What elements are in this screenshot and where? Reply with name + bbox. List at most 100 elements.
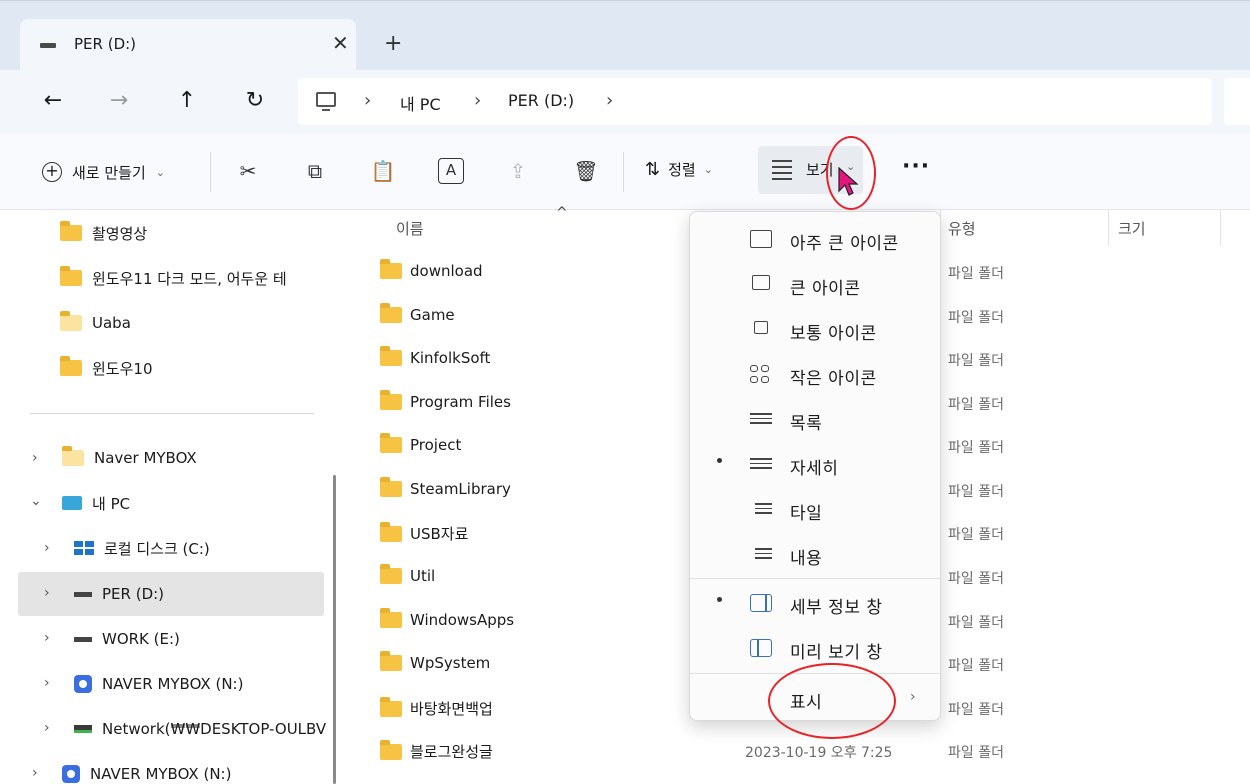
toolbar-divider (623, 152, 624, 192)
view-menu: 아주 큰 아이콘 큰 아이콘 보통 아이콘 작은 아이콘 목록 자세히 타일 내… (689, 211, 941, 721)
mybox-icon (74, 675, 92, 693)
sidebar-item-my-pc[interactable]: 내 PC (62, 485, 130, 521)
copy-icon[interactable]: ⧉ (302, 158, 328, 184)
sidebar-item-label: 촬영영상 (92, 224, 148, 243)
sidebar-item-naver-mybox-n-2[interactable]: NAVER MYBOX (N:) (62, 756, 231, 784)
cloud-folder-icon (62, 446, 84, 466)
file-type: 파일 폴더 (948, 397, 1004, 413)
chevron-right-icon[interactable]: › (44, 720, 50, 736)
menu-item-content[interactable]: 내용 (690, 533, 940, 575)
sidebar-item-quick[interactable]: 윈도우10 (60, 350, 153, 386)
search-box[interactable] (1224, 78, 1250, 125)
menu-item-preview-pane[interactable]: 미리 보기 창 (690, 627, 940, 669)
table-row[interactable]: 블로그완성글 2023-10-19 오후 7:25 파일 폴더 (350, 729, 1250, 773)
menu-item-small-icons[interactable]: 작은 아이콘 (690, 353, 940, 395)
file-name: Program Files (410, 393, 511, 411)
new-tab-button[interactable]: + (384, 31, 402, 56)
file-name: 바탕화면백업 (410, 700, 493, 718)
drive-icon (40, 43, 56, 48)
folder-icon (380, 433, 402, 453)
sidebar-item-per-d[interactable]: PER (D:) (74, 576, 164, 612)
cut-icon[interactable]: ✂ (235, 158, 261, 184)
file-type: 파일 폴더 (948, 266, 1004, 282)
sort-icon: ⇅ (645, 159, 661, 180)
address-bar[interactable]: › 내 PC › PER (D:) › (298, 78, 1212, 125)
forward-button[interactable]: → (104, 86, 134, 116)
synced-folder-icon (60, 356, 82, 376)
sidebar-item-label: 로컬 디스크 (C:) (104, 539, 210, 558)
sidebar-item-quick[interactable]: 윈도우11 다크 모드, 어두운 테 (60, 260, 328, 296)
sidebar-item-naver-mybox-n[interactable]: NAVER MYBOX (N:) (74, 666, 243, 702)
sort-button-label: 정렬 (668, 161, 696, 179)
more-options-icon[interactable]: ··· (902, 154, 930, 179)
file-name: USB자료 (410, 525, 469, 543)
chevron-down-icon[interactable]: ⌄ (30, 493, 42, 509)
menu-item-details[interactable]: 자세히 (690, 443, 940, 485)
folder-icon (380, 739, 402, 760)
sidebar-item-quick[interactable]: Uaba (60, 305, 131, 341)
sidebar-item-label: WORK (E:) (102, 630, 180, 648)
content-icon (750, 545, 772, 563)
sidebar-item-label: 내 PC (92, 494, 131, 513)
sidebar-item-label: Naver MYBOX (94, 449, 197, 467)
up-button[interactable]: ↑ (172, 86, 202, 116)
menu-item-extra-large-icons[interactable]: 아주 큰 아이콘 (690, 218, 940, 260)
sidebar-item-naver-mybox[interactable]: Naver MYBOX (62, 440, 197, 476)
sort-button[interactable]: ⇅ 정렬 ⌄ (645, 159, 713, 180)
sidebar-item-label: Network(₩₩DESKTOP-OULBV (102, 720, 327, 738)
menu-item-label: 세부 정보 창 (790, 598, 883, 618)
chevron-right-icon[interactable]: › (32, 450, 38, 466)
windows-drive-icon (74, 541, 94, 555)
column-header-type[interactable]: 유형 (948, 218, 976, 239)
menu-item-medium-icons[interactable]: 보통 아이콘 (690, 308, 940, 350)
sidebar-item-network-drive[interactable]: Network(₩₩DESKTOP-OULBV (74, 711, 330, 747)
rename-icon[interactable]: A (438, 158, 464, 184)
delete-icon[interactable]: 🗑 (573, 158, 599, 184)
menu-item-list[interactable]: 목록 (690, 398, 940, 440)
folder-icon (380, 564, 402, 584)
file-name: 블로그완성글 (410, 743, 493, 761)
menu-item-tiles[interactable]: 타일 (690, 488, 940, 530)
chevron-right-icon[interactable]: › (44, 585, 50, 601)
file-type: 파일 폴더 (948, 440, 1004, 456)
new-button-label: 새로 만들기 (72, 163, 146, 182)
column-header-name[interactable]: 이름 (396, 218, 424, 239)
chevron-right-icon[interactable]: › (32, 765, 38, 781)
selected-bullet-icon (717, 458, 722, 463)
column-header-size[interactable]: 크기 (1118, 218, 1146, 239)
breadcrumb-separator[interactable]: › (364, 90, 371, 111)
menu-item-label: 보통 아이콘 (790, 324, 877, 344)
column-divider[interactable] (1220, 210, 1221, 246)
chevron-right-icon[interactable]: › (44, 540, 50, 556)
refresh-button[interactable]: ↻ (240, 86, 270, 116)
breadcrumb-separator[interactable]: › (606, 90, 613, 111)
column-divider[interactable] (1108, 210, 1109, 246)
file-name: WindowsApps (410, 611, 515, 629)
file-name: WpSystem (410, 654, 491, 672)
folder-icon (380, 696, 402, 717)
breadcrumb-my-pc[interactable]: 내 PC (400, 91, 441, 115)
file-name: download (410, 262, 483, 280)
sidebar-item-local-disk-c[interactable]: 로컬 디스크 (C:) (74, 530, 210, 566)
back-button[interactable]: ← (38, 86, 68, 116)
folder-icon (60, 221, 82, 241)
sidebar-scrollbar[interactable] (333, 475, 336, 784)
chevron-right-icon[interactable]: › (44, 675, 50, 691)
chevron-right-icon[interactable]: › (44, 630, 50, 646)
sidebar-item-label: Uaba (92, 314, 131, 332)
toolbar-divider (210, 152, 211, 192)
menu-item-details-pane[interactable]: 세부 정보 창 (690, 582, 940, 624)
paste-icon[interactable]: 📋 (370, 158, 396, 184)
menu-item-large-icons[interactable]: 큰 아이콘 (690, 263, 940, 305)
monitor-small-icon (754, 321, 768, 334)
monitor-large-icon (750, 230, 772, 248)
new-button[interactable]: + 새로 만들기 ⌄ (42, 160, 165, 184)
breadcrumb-separator[interactable]: › (474, 90, 481, 111)
tab-per-drive[interactable]: PER (D:) ✕ (20, 19, 356, 74)
breadcrumb-per-drive[interactable]: PER (D:) (508, 91, 574, 110)
share-icon[interactable]: ⇪ (505, 158, 531, 184)
sidebar-item-quick[interactable]: 촬영영상 (60, 215, 147, 251)
sidebar-item-work-e[interactable]: WORK (E:) (74, 621, 180, 657)
network-drive-icon (74, 725, 92, 733)
close-tab-icon[interactable]: ✕ (332, 31, 349, 55)
